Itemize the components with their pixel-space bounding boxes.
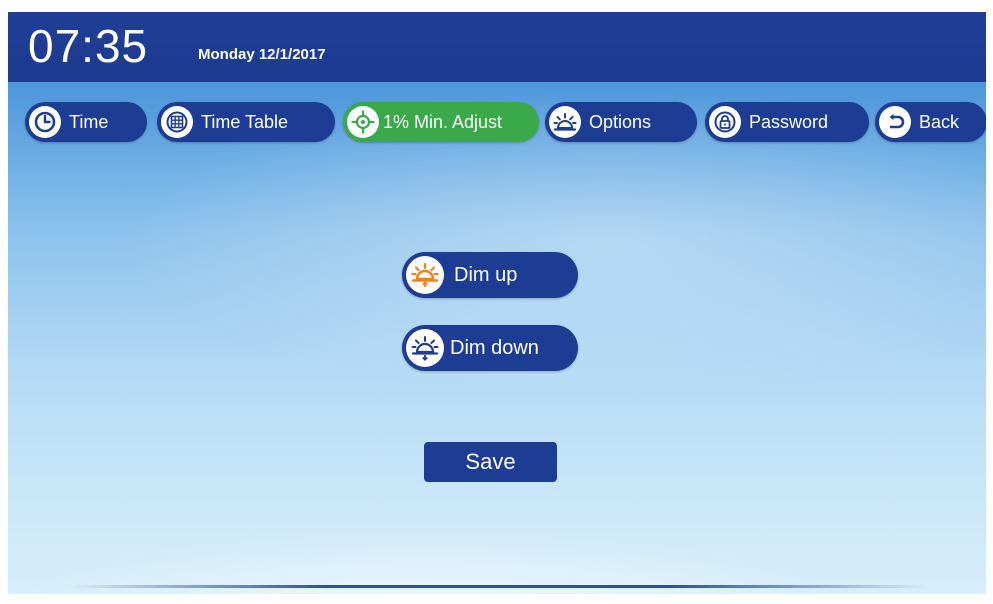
date-display: Monday 12/1/2017 [198, 46, 326, 63]
dim-down-button[interactable]: Dim down [402, 325, 578, 371]
tab-time-table-label: Time Table [201, 111, 289, 132]
header-bar: 07:35 Monday 12/1/2017 [8, 12, 986, 82]
clock-display: 07:35 [28, 20, 149, 72]
dim-up-button[interactable]: Dim up [402, 252, 578, 298]
tab-password[interactable]: Password [705, 102, 869, 142]
tab-time[interactable]: Time [25, 102, 147, 142]
dim-up-label: Dim up [454, 263, 518, 286]
tab-min-adjust[interactable]: 1% Min. Adjust [343, 102, 539, 142]
tab-time-table[interactable]: Time Table [157, 102, 335, 142]
tab-options[interactable]: Options [545, 102, 697, 142]
target-icon [347, 106, 379, 138]
grid-icon [161, 106, 193, 138]
tab-password-label: Password [749, 111, 829, 132]
dim-down-label: Dim down [450, 336, 539, 359]
tab-back-label: Back [919, 111, 960, 132]
device-screen: 07:35 Monday 12/1/2017 Time Time Table 1… [8, 12, 986, 594]
tab-min-adjust-label: 1% Min. Adjust [383, 111, 503, 132]
tab-options-label: Options [589, 111, 652, 132]
tab-time-label: Time [69, 111, 109, 132]
sun-set-icon [406, 329, 444, 367]
horizon-line [68, 585, 928, 588]
lock-icon [709, 106, 741, 138]
sun-rise-icon [406, 256, 444, 294]
tab-back[interactable]: Back [875, 102, 986, 142]
clock-icon [29, 106, 61, 138]
save-button[interactable]: Save [424, 442, 557, 482]
back-arrow-icon [879, 106, 911, 138]
alarm-icon [549, 106, 581, 138]
